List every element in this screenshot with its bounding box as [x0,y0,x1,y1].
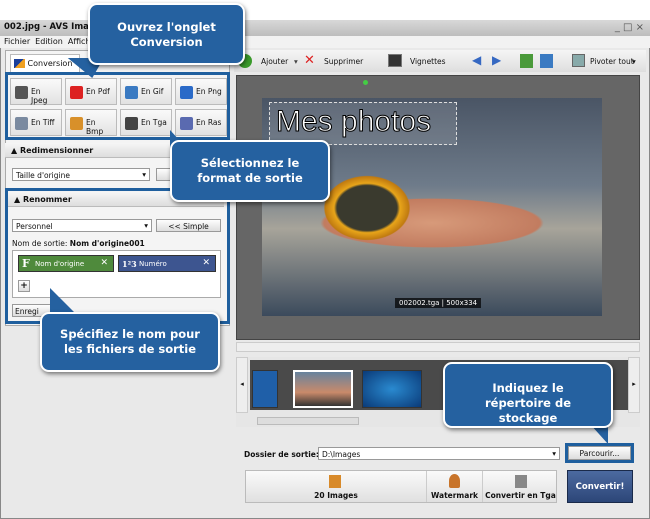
resize-title: Redimensionner [19,146,94,155]
font-icon: F [22,257,30,270]
file-format-icon [180,117,193,130]
thumbnail[interactable] [362,370,422,408]
step-watermark[interactable]: Watermark [426,471,482,502]
filmstrip-left-button[interactable]: ◂ [236,357,248,413]
format-label: En Gif [141,87,164,96]
rotate-all-button[interactable]: Pivoter tout [590,57,634,66]
chip-label: Nom d'origine [35,260,85,268]
resize-select[interactable]: Taille d'origine [12,168,150,181]
format-label: En Png [196,87,222,96]
step-label: Convertir en Tga [485,491,556,500]
delete-icon[interactable]: ✕ [304,53,315,68]
window-title: 002.jpg - AVS Imag [4,22,96,32]
file-format-icon [15,117,28,130]
previous-icon[interactable]: ◀ [472,53,481,67]
remove-icon[interactable]: ✕ [202,258,210,268]
add-dropdown-icon[interactable]: ▾ [294,57,298,66]
next-icon[interactable]: ▶ [492,53,501,67]
rotate-dropdown-icon[interactable]: ▾ [632,57,636,66]
grid-icon[interactable] [388,54,402,67]
browse-button[interactable]: Parcourir... [568,446,631,460]
output-name: Nom de sortie: Nom d'origine001 [12,239,145,248]
convert-button[interactable]: Convertir! [567,470,633,503]
simple-button[interactable]: << Simple [156,219,221,232]
format-button-tiff[interactable]: En Tiff [10,109,62,136]
thumbnails-button[interactable]: Vignettes [410,57,446,66]
format-button-bmp[interactable]: En Bmp [65,109,117,136]
file-format-icon [70,86,83,99]
format-button-png[interactable]: En Png [175,78,227,105]
format-label: En Ras [196,118,222,127]
file-format-icon [70,117,83,130]
format-label: En Jpeg [31,87,48,105]
menu-fichier[interactable]: Fichier [4,37,30,46]
output-name-value: Nom d'origine001 [69,239,145,248]
output-folder-input[interactable]: D:\Images [318,447,560,460]
format-button-pdf[interactable]: En Pdf [65,78,117,105]
step-convert[interactable]: Convertir en Tga [482,471,558,502]
callout-conversion-tab: Ouvrez l'onglet Conversion [88,3,245,65]
rotate-handle[interactable] [363,80,368,85]
output-name-label: Nom de sortie: [12,239,68,248]
rename-select[interactable]: Personnel [12,219,152,232]
text-overlay[interactable]: Mes photos [269,102,457,145]
tga-file-icon [515,475,527,488]
thumbnail-selected[interactable] [293,370,353,408]
images-icon [329,475,341,488]
rotate-right-icon[interactable] [540,54,553,68]
format-button-jpeg[interactable]: En Jpeg [10,78,62,105]
step-label: 20 Images [314,491,358,500]
browse-highlight: Parcourir... [565,443,634,463]
callout-output-name: Spécifiez le nom pour les fichiers de so… [40,312,220,372]
file-format-icon [15,86,28,99]
callout-format: Sélectionnez le format de sortie [170,140,330,202]
image-info: 002002.tga | 500x334 [395,298,482,308]
rotate-left-icon[interactable] [520,54,533,68]
format-label: En Tiff [31,118,55,127]
conversion-icon [14,59,25,68]
window-controls[interactable]: _ □ × [615,22,644,33]
step-images[interactable]: 20 Images [246,471,426,502]
workflow-steps: 20 Images Watermark Convertir en Tga [245,470,557,503]
file-format-icon [125,86,138,99]
add-button[interactable]: Ajouter [261,57,288,66]
format-label: En Tga [141,118,167,127]
filmstrip-right-button[interactable]: ▸ [628,357,640,413]
chip-label: Numéro [139,260,167,268]
format-label: En Bmp [86,118,104,136]
filmstrip-scrollbar[interactable] [257,417,359,425]
file-format-icon [180,86,193,99]
toolbar: Ajouter ▾ ✕ Supprimer Vignettes ◀ ▶ Pivo… [234,50,646,72]
file-format-icon [125,117,138,130]
chip-number[interactable]: 1²3 Numéro ✕ [118,255,216,272]
rename-title: Renommer [22,195,72,204]
format-label: En Pdf [86,87,110,96]
remove-icon[interactable]: ✕ [100,258,108,268]
rotate-all-icon[interactable] [572,54,585,67]
chip-original-name[interactable]: F Nom d'origine ✕ [18,255,114,272]
output-folder-label: Dossier de sortie: [244,450,319,459]
step-label: Watermark [431,491,478,500]
delete-button[interactable]: Supprimer [324,57,363,66]
horizontal-scrollbar[interactable] [236,342,640,352]
format-button-gif[interactable]: En Gif [120,78,172,105]
menu-edition[interactable]: Edition [35,37,63,46]
format-button-tga[interactable]: En Tga [120,109,172,136]
stamp-icon [449,474,460,488]
number-icon: 1²3 [122,259,137,269]
add-token-button[interactable]: + [18,280,30,292]
callout-output-folder: Indiquez le répertoire de stockage [443,362,613,428]
thumbnail[interactable] [252,370,278,408]
